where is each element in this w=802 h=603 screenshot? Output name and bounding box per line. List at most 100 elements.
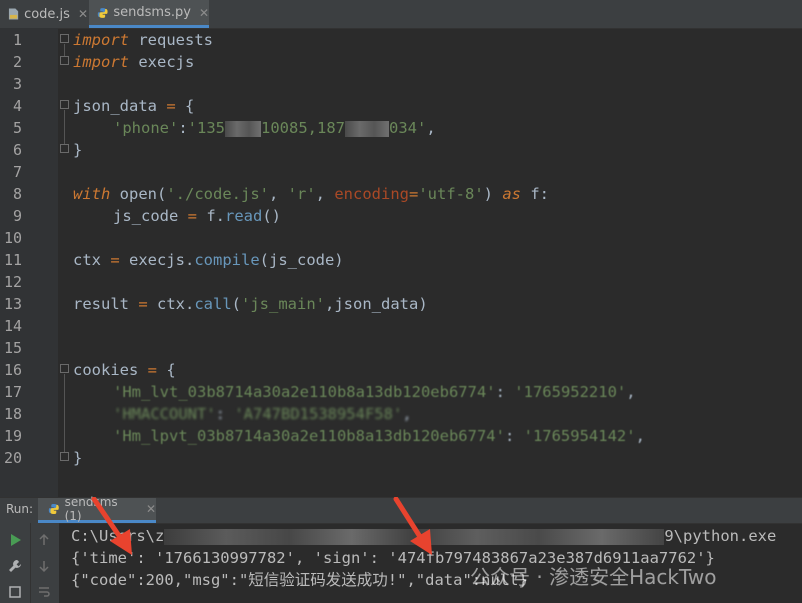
line-number: 2	[12, 53, 22, 71]
code-text: ,	[315, 185, 335, 203]
code-text: ,	[635, 427, 645, 445]
editor-tab-bar: code.js ✕ sendsms.py ✕	[0, 0, 802, 29]
code-text: open(	[110, 185, 167, 203]
tab-sendsms-py[interactable]: sendsms.py ✕	[89, 0, 209, 28]
code-text: requests	[129, 31, 213, 49]
code-text: ,json_data)	[325, 295, 428, 313]
code-line: }	[73, 141, 83, 159]
fold-marker-icon[interactable]	[60, 34, 69, 43]
console-line-output: {"code":200,"msg":"短信验证码发送成功!","data":nu…	[71, 571, 528, 589]
code-text: ()	[262, 207, 281, 225]
string-literal: 10085,187	[261, 119, 345, 137]
keyword: with	[73, 185, 111, 203]
annotation-arrow-icon	[393, 497, 432, 555]
string-literal: 'utf-8'	[418, 185, 484, 203]
fold-marker-icon[interactable]	[60, 56, 69, 65]
string-literal: '135	[187, 119, 225, 137]
string-literal: 'phone'	[113, 119, 179, 137]
line-number: 17	[3, 383, 22, 401]
line-number: 15	[3, 339, 22, 357]
code-line: 'HMACCOUNT': 'A747BD1538954F58',	[113, 403, 412, 425]
parameter-name: encoding	[334, 185, 409, 203]
method-name: call	[194, 295, 232, 313]
code-line: js_code = f.read()	[113, 205, 281, 227]
string-literal: 'Hm_lpvt_03b8714a30a2e110b8a13db120eb677…	[113, 427, 505, 445]
line-number: 7	[12, 163, 22, 181]
code-text: f.	[197, 207, 225, 225]
code-line: ctx = execjs.compile(js_code)	[73, 249, 344, 271]
code-line: with open('./code.js', 'r', encoding='ut…	[73, 183, 549, 205]
operator: =	[147, 361, 157, 379]
string-literal: 'r'	[287, 185, 316, 203]
redaction-blur	[345, 120, 389, 137]
fold-marker-icon[interactable]	[60, 144, 69, 153]
string-literal: '1765954142'	[523, 427, 636, 445]
code-text: ,	[626, 383, 636, 401]
close-tab-icon[interactable]: ✕	[146, 502, 156, 516]
method-name: compile	[194, 251, 260, 269]
code-text: ctx.	[147, 295, 195, 313]
operator: =	[110, 251, 120, 269]
redaction-blur	[225, 120, 261, 137]
js-file-icon	[8, 8, 19, 20]
down-arrow-icon[interactable]	[37, 559, 51, 573]
line-number: 13	[3, 295, 22, 313]
soft-wrap-icon[interactable]	[37, 585, 51, 599]
close-tab-icon[interactable]: ✕	[199, 6, 209, 20]
fold-guide	[64, 110, 65, 144]
fold-marker-icon[interactable]	[60, 452, 69, 461]
code-text: ,	[402, 405, 412, 423]
line-number: 6	[12, 141, 22, 159]
close-tab-icon[interactable]: ✕	[78, 7, 88, 21]
string-literal: 'js_main'	[241, 295, 326, 313]
code-text: :	[504, 427, 524, 445]
code-line: cookies = {	[73, 359, 176, 381]
fold-marker-icon[interactable]	[60, 100, 69, 109]
annotation-arrow-icon	[91, 497, 132, 555]
keyword: import	[73, 53, 129, 71]
line-number: 12	[3, 273, 22, 291]
line-number: 5	[12, 119, 22, 137]
python-file-icon	[48, 504, 59, 514]
console-text: 9\python.exe	[664, 527, 777, 545]
wrench-icon[interactable]	[8, 559, 22, 573]
code-text: f:	[521, 185, 549, 203]
up-arrow-icon[interactable]	[37, 533, 51, 547]
rerun-icon[interactable]	[8, 533, 22, 547]
code-line: 'phone':'135 10085,187 034',	[113, 117, 436, 139]
code-line: 'Hm_lvt_03b8714a30a2e110b8a13db120eb6774…	[113, 381, 636, 403]
code-line: result = ctx.call('js_main',json_data)	[73, 293, 428, 315]
code-text: :	[495, 383, 515, 401]
code-line: json_data = {	[73, 95, 194, 117]
string-literal: '1765952210'	[514, 383, 627, 401]
operator: =	[187, 207, 197, 225]
line-number-gutter: 1 2 3 4 5 6 7 8 9 10 11 12 13 14 15 16 1…	[0, 28, 58, 497]
line-number: 3	[12, 75, 22, 93]
line-number: 14	[3, 317, 22, 335]
operator: =	[408, 185, 419, 203]
string-literal: 'HMACCOUNT'	[113, 405, 216, 423]
tab-code-js[interactable]: code.js ✕	[0, 0, 88, 28]
code-line: import execjs	[73, 51, 194, 73]
code-text: {	[157, 361, 176, 379]
code-text: cookies	[73, 361, 148, 379]
code-text: ctx	[73, 251, 111, 269]
line-number: 8	[12, 185, 22, 203]
line-number: 10	[3, 229, 22, 247]
python-file-icon	[97, 7, 108, 18]
code-text: json_data	[73, 97, 167, 115]
code-text: :	[178, 119, 188, 137]
tab-label: code.js	[24, 6, 70, 22]
line-number: 16	[3, 361, 22, 379]
pin-icon[interactable]	[8, 585, 22, 599]
code-text: (	[231, 295, 242, 313]
fold-marker-icon[interactable]	[60, 364, 69, 373]
line-number: 19	[3, 427, 22, 445]
method-name: read	[225, 207, 263, 225]
run-toolbar	[0, 523, 30, 603]
code-text: execjs.	[119, 251, 195, 269]
string-literal: 034'	[389, 119, 427, 137]
code-text: ,	[268, 185, 288, 203]
line-number: 1	[12, 31, 22, 49]
operator: =	[166, 97, 176, 115]
